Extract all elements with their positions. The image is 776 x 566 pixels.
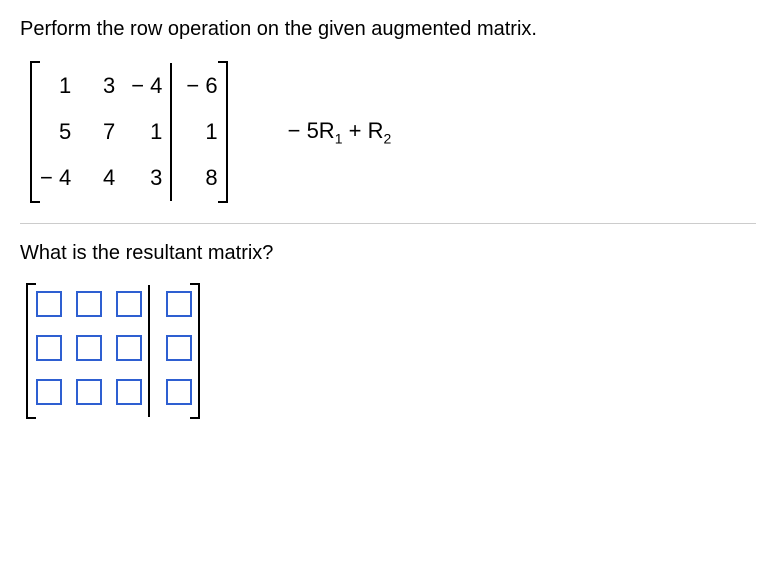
problem-row: 1 3 − 4 − 6 5 7 1 1 − 4 4 3 8 − 5R1 + R2 [30, 61, 756, 203]
answer-input[interactable] [166, 291, 192, 317]
answer-row [28, 329, 198, 373]
matrix-cell: 4 [79, 155, 123, 201]
answer-aug-cell [149, 285, 198, 329]
answer-cell [28, 329, 68, 373]
answer-input[interactable] [116, 291, 142, 317]
divider [20, 223, 756, 224]
answer-input[interactable] [36, 379, 62, 405]
row-operation: − 5R1 + R2 [288, 118, 392, 146]
matrix-cell: − 4 [123, 63, 171, 109]
instruction-text: Perform the row operation on the given a… [20, 18, 756, 41]
answer-matrix [26, 283, 200, 419]
matrix-aug-cell: − 6 [171, 63, 225, 109]
answer-input[interactable] [36, 335, 62, 361]
matrix-cell: 1 [32, 63, 79, 109]
answer-table [28, 285, 198, 417]
question-text: What is the resultant matrix? [20, 242, 756, 265]
matrix-cell: 3 [79, 63, 123, 109]
answer-input[interactable] [116, 335, 142, 361]
op-sub1: 1 [335, 130, 343, 146]
answer-aug-cell [149, 373, 198, 417]
matrix-table: 1 3 − 4 − 6 5 7 1 1 − 4 4 3 8 [32, 63, 226, 201]
answer-row [28, 285, 198, 329]
matrix-row: − 4 4 3 8 [32, 155, 226, 201]
answer-input[interactable] [76, 291, 102, 317]
matrix-cell: 7 [79, 109, 123, 155]
answer-cell [68, 329, 108, 373]
op-sub2: 2 [383, 130, 391, 146]
matrix-aug-cell: 1 [171, 109, 225, 155]
answer-cell [108, 285, 149, 329]
matrix-row: 1 3 − 4 − 6 [32, 63, 226, 109]
op-prefix: − 5R [288, 118, 335, 143]
answer-cell [68, 285, 108, 329]
matrix-aug-cell: 8 [171, 155, 225, 201]
matrix-cell: 5 [32, 109, 79, 155]
answer-cell [28, 285, 68, 329]
matrix-cell: − 4 [32, 155, 79, 201]
answer-input[interactable] [166, 379, 192, 405]
answer-aug-cell [149, 329, 198, 373]
answer-cell [108, 329, 149, 373]
matrix-row: 5 7 1 1 [32, 109, 226, 155]
answer-input[interactable] [116, 379, 142, 405]
matrix-cell: 3 [123, 155, 171, 201]
matrix-cell: 1 [123, 109, 171, 155]
answer-input[interactable] [76, 379, 102, 405]
answer-cell [68, 373, 108, 417]
answer-input[interactable] [166, 335, 192, 361]
answer-cell [28, 373, 68, 417]
answer-row [28, 373, 198, 417]
given-matrix: 1 3 − 4 − 6 5 7 1 1 − 4 4 3 8 [30, 61, 228, 203]
answer-cell [108, 373, 149, 417]
answer-input[interactable] [76, 335, 102, 361]
answer-input[interactable] [36, 291, 62, 317]
op-mid: + R [343, 118, 384, 143]
